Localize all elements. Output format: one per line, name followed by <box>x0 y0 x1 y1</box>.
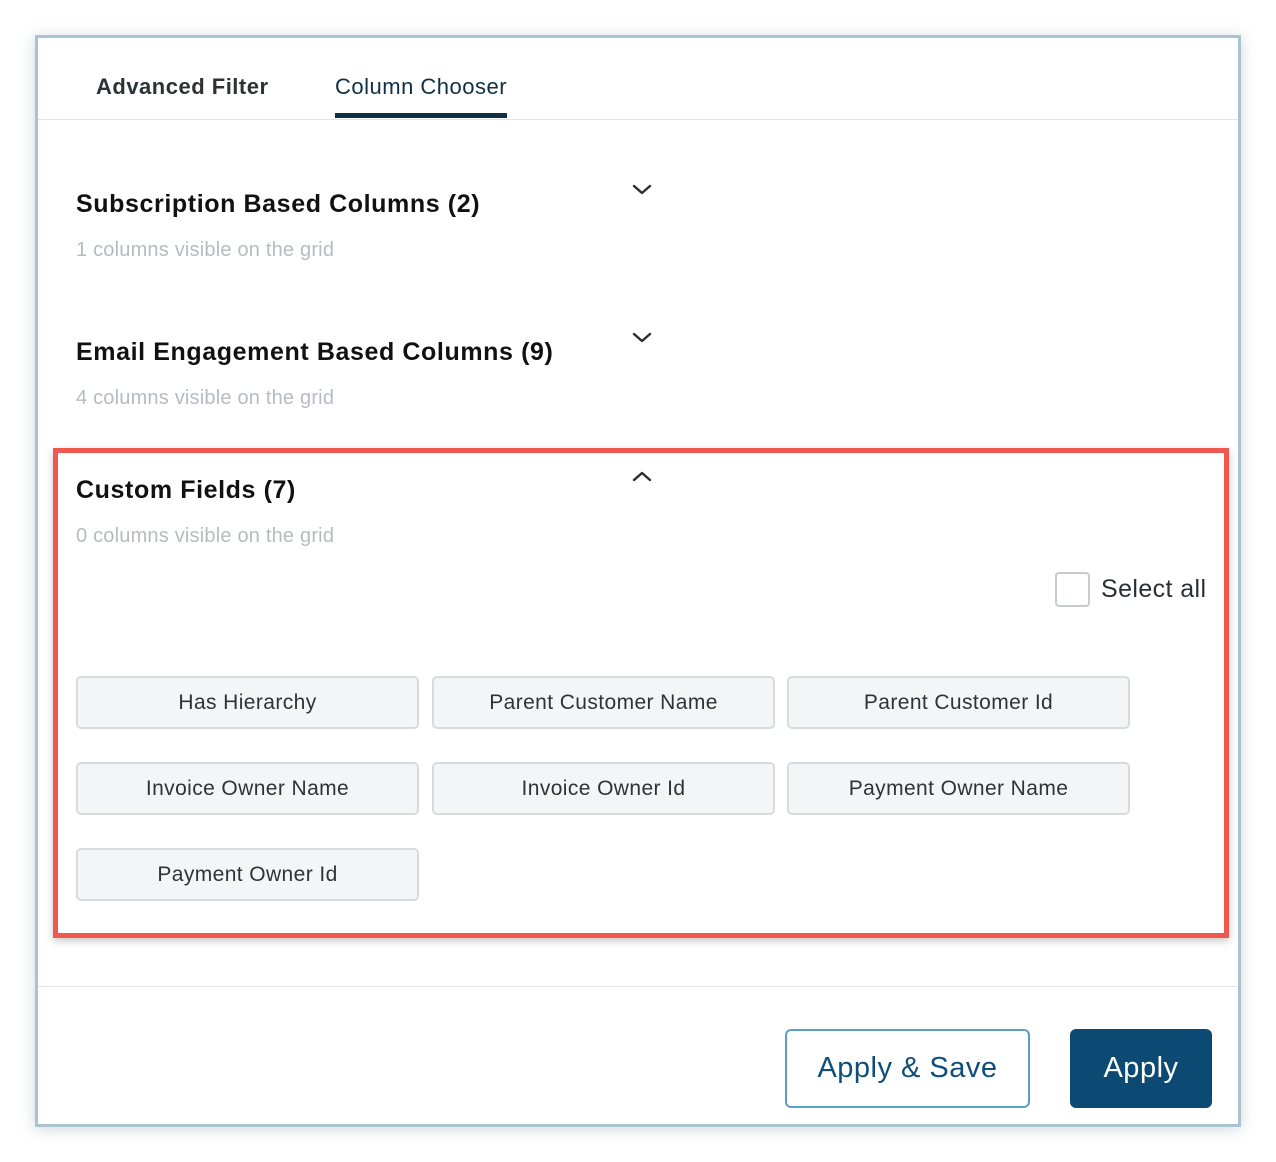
highlight-box <box>53 448 1229 938</box>
section-title: Email Engagement Based Columns (9) <box>76 338 554 366</box>
tab-bar: Advanced Filter Column Chooser <box>38 38 1238 120</box>
column-chooser-panel: Advanced Filter Column Chooser Subscript… <box>35 35 1241 1127</box>
chevron-down-icon[interactable] <box>630 328 654 348</box>
section-subtitle: 1 columns visible on the grid <box>76 239 335 261</box>
footer-divider <box>38 986 1238 987</box>
tab-advanced-filter[interactable]: Advanced Filter <box>96 74 269 118</box>
apply-button[interactable]: Apply <box>1070 1029 1212 1108</box>
section-title: Subscription Based Columns (2) <box>76 190 481 218</box>
section-subtitle: 4 columns visible on the grid <box>76 387 335 409</box>
apply-and-save-button[interactable]: Apply & Save <box>785 1029 1030 1108</box>
chevron-down-icon[interactable] <box>630 180 654 200</box>
tab-column-chooser[interactable]: Column Chooser <box>335 74 508 118</box>
